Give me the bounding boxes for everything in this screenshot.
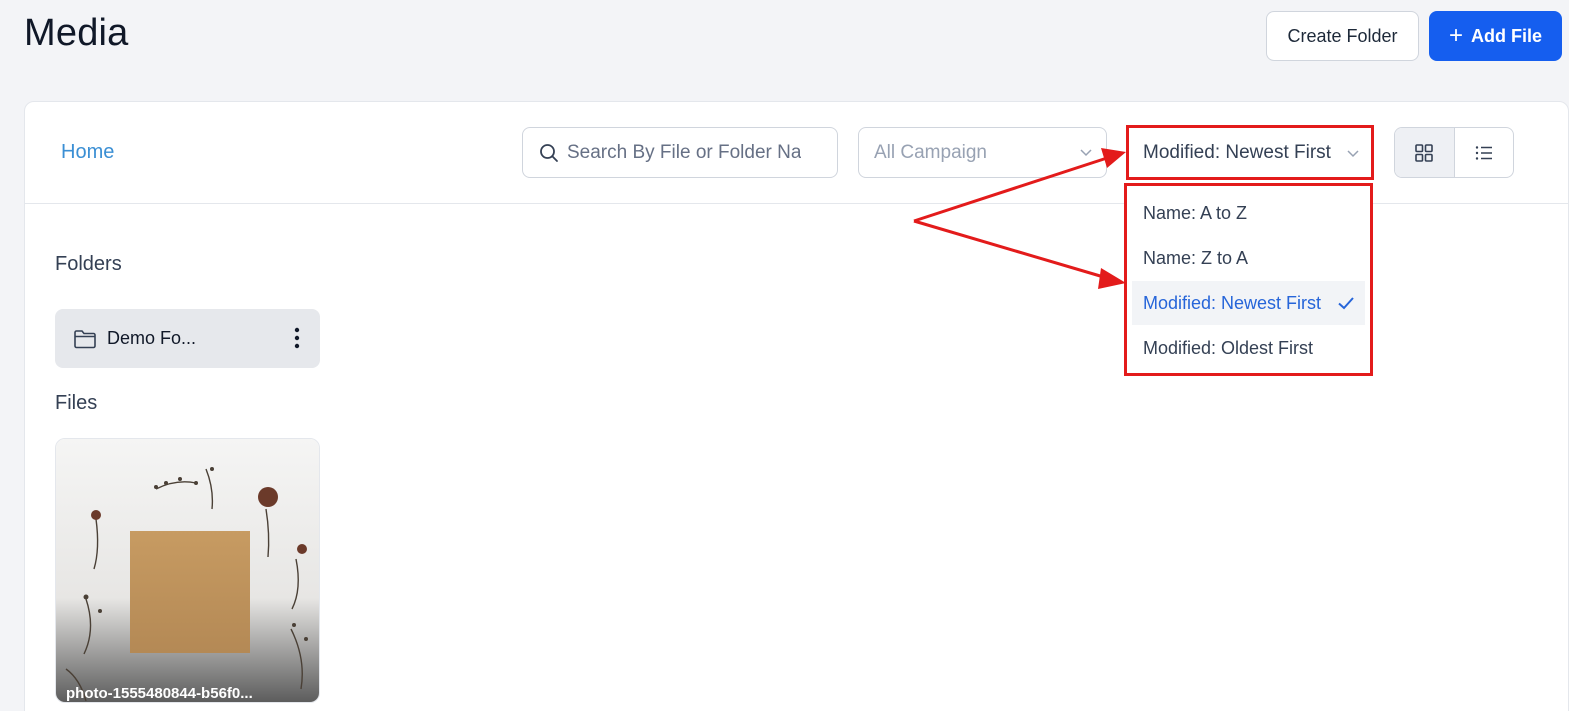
- file-card[interactable]: photo-1555480844-b56f0...: [55, 438, 320, 703]
- sort-option-oldest-first[interactable]: Modified: Oldest First: [1132, 326, 1365, 370]
- more-vertical-icon[interactable]: [294, 327, 300, 349]
- file-name: photo-1555480844-b56f0...: [66, 685, 253, 702]
- sort-dropdown-menu: Name: A to Z Name: Z to A Modified: Newe…: [1124, 183, 1373, 376]
- view-toggle: [1394, 127, 1514, 178]
- search-box[interactable]: [522, 127, 838, 178]
- add-file-button[interactable]: + Add File: [1429, 11, 1562, 61]
- check-icon: [1338, 297, 1354, 310]
- folder-card[interactable]: Demo Fo...: [55, 309, 320, 368]
- folder-icon: [74, 329, 96, 348]
- page-title: Media: [24, 12, 129, 54]
- sort-option-newest-first[interactable]: Modified: Newest First: [1132, 281, 1365, 325]
- grid-icon: [1415, 143, 1434, 162]
- list-icon: [1475, 145, 1492, 160]
- chevron-down-icon: [1347, 150, 1359, 158]
- search-input[interactable]: [567, 141, 801, 164]
- search-icon: [540, 143, 558, 162]
- add-file-label: Add File: [1471, 25, 1542, 46]
- plus-icon: +: [1448, 22, 1463, 49]
- sort-option-name-a-z[interactable]: Name: A to Z: [1132, 191, 1365, 235]
- create-folder-button[interactable]: Create Folder: [1266, 11, 1419, 61]
- file-thumbnail: [56, 439, 319, 702]
- sort-option-label: Modified: Newest First: [1143, 292, 1322, 313]
- chevron-down-icon: [1080, 149, 1092, 157]
- folder-name: Demo Fo...: [107, 328, 197, 348]
- sort-option-name-z-a[interactable]: Name: Z to A: [1132, 236, 1365, 280]
- sort-select[interactable]: Modified: Newest First: [1126, 125, 1374, 180]
- folders-heading: Folders: [55, 253, 122, 275]
- list-view-button[interactable]: [1455, 128, 1514, 177]
- breadcrumb-home[interactable]: Home: [61, 141, 114, 164]
- campaign-select-value: All Campaign: [874, 141, 987, 163]
- files-heading: Files: [55, 392, 98, 414]
- campaign-select[interactable]: All Campaign: [858, 127, 1107, 178]
- sort-select-value: Modified: Newest First: [1143, 141, 1331, 163]
- grid-view-button[interactable]: [1395, 128, 1455, 177]
